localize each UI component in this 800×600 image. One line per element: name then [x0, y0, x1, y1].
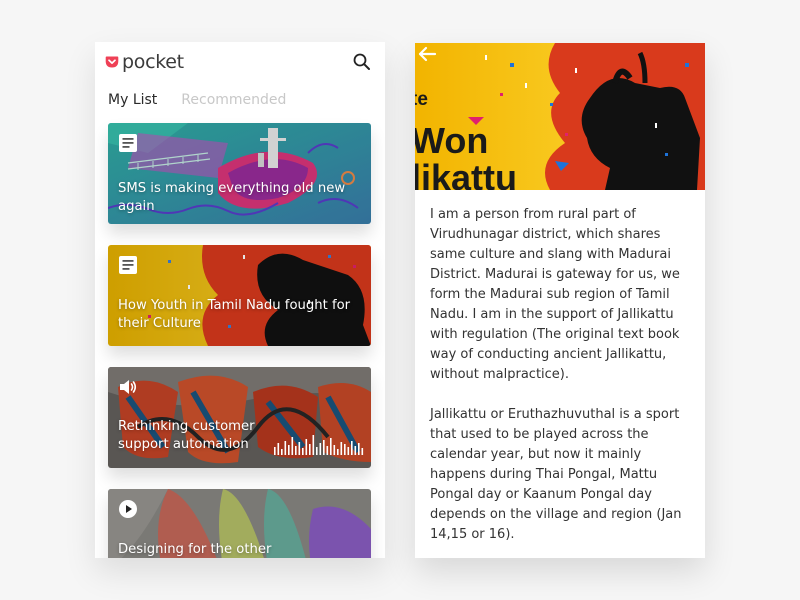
list-item-tamil-nadu[interactable]: How Youth in Tamil Nadu fought for their…: [108, 245, 371, 346]
tab-recommended[interactable]: Recommended: [181, 90, 286, 110]
article-icon: [119, 256, 137, 274]
play-icon[interactable]: [118, 499, 138, 519]
article-paragraph: Jallikattu or Eruthazhuvuthal is a sport…: [430, 407, 682, 542]
pocket-logo-icon: [105, 56, 119, 68]
app-name: pocket: [122, 51, 184, 73]
list-item-designing[interactable]: Designing for the other: [108, 489, 371, 558]
search-icon[interactable]: [352, 52, 372, 72]
article-hero-image: te Won likattu: [415, 43, 705, 190]
list-item-sms[interactable]: SMS is making everything old new again: [108, 123, 371, 224]
list-item-customer-support[interactable]: Rethinking customer support automation: [108, 367, 371, 468]
hero-illustration: te Won likattu: [415, 43, 705, 190]
card-title: How Youth in Tamil Nadu fought for their…: [118, 298, 351, 331]
card-title: SMS is making everything old new again: [118, 181, 346, 214]
article-screen: te Won likattu I am a person from rural …: [415, 43, 705, 558]
back-arrow-icon[interactable]: [415, 43, 441, 65]
card-title: Rethinking customer support automation: [118, 419, 255, 452]
top-bar: pocket: [95, 42, 385, 82]
hero-text-fragment: te: [415, 89, 428, 110]
tab-my-list[interactable]: My List: [108, 90, 157, 110]
hero-text-fragment: Won: [415, 120, 488, 161]
card-title: Designing for the other: [118, 542, 272, 557]
hero-text-fragment: likattu: [415, 157, 517, 190]
audio-icon: [120, 380, 137, 394]
article-body: I am a person from rural part of Virudhu…: [430, 205, 695, 545]
pocket-logo[interactable]: pocket: [105, 51, 184, 73]
article-paragraph: I am a person from rural part of Virudhu…: [430, 207, 680, 382]
article-icon: [119, 134, 137, 152]
list-tabs: My List Recommended: [108, 90, 286, 110]
my-list-screen: pocket My List Recommended SMS is making…: [95, 42, 385, 558]
